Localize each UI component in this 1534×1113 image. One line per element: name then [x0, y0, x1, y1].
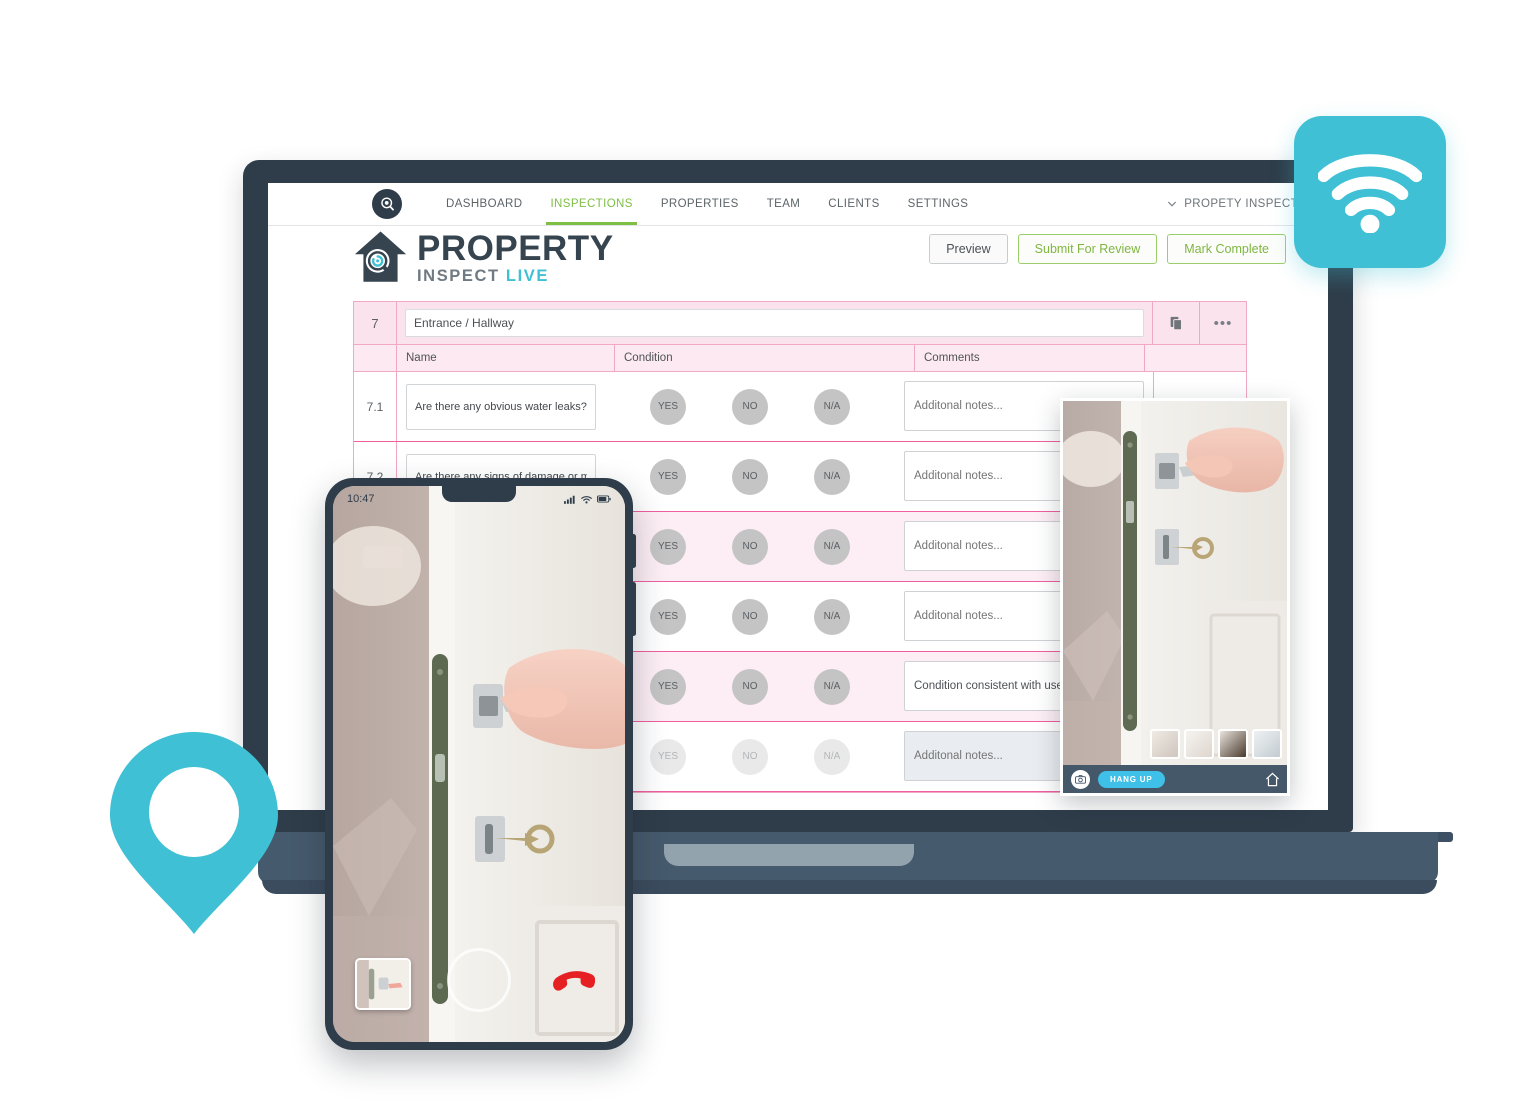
section-title-cell	[397, 302, 1152, 344]
logo-subtitle-live: LIVE	[505, 267, 549, 286]
section-more-button[interactable]: •••	[1199, 302, 1246, 344]
phone-mockup: 10:47	[325, 478, 636, 1050]
condition-no[interactable]: NO	[732, 458, 768, 495]
action-buttons: Preview Submit For Review Mark Complete	[929, 234, 1286, 264]
condition-no[interactable]: NO	[732, 528, 768, 565]
nav-item-team[interactable]: TEAM	[753, 183, 815, 225]
nav-item-clients[interactable]: CLIENTS	[814, 183, 893, 225]
logo-title: PROPERTY	[417, 229, 614, 269]
video-call-toolbar: HANG UP	[1063, 765, 1287, 793]
row-condition-cell: YES NO N/A	[605, 442, 895, 511]
account-menu-label: PROPETY INSPECT	[1184, 198, 1298, 210]
status-time: 10:47	[347, 493, 375, 505]
status-icons	[564, 495, 611, 504]
copy-icon	[1170, 316, 1182, 330]
row-condition-cell: YES NO N/A	[605, 582, 895, 651]
nav-item-properties[interactable]: PROPERTIES	[647, 183, 753, 225]
column-header-condition: Condition	[615, 345, 915, 371]
section-copy-button[interactable]	[1152, 302, 1199, 344]
location-pin-badge	[108, 730, 280, 936]
hang-up-button[interactable]: HANG UP	[1098, 770, 1165, 788]
phone-hangup-button[interactable]	[553, 961, 596, 1008]
row-condition-cell: YES NO N/A	[605, 652, 895, 721]
logo-subtitle-inspect: INSPECT	[417, 267, 500, 286]
column-header-actions	[1145, 345, 1246, 371]
nav-item-settings[interactable]: SETTINGS	[894, 183, 983, 225]
nav-item-dashboard[interactable]: DASHBOARD	[432, 183, 536, 225]
question-input[interactable]	[406, 383, 596, 430]
video-thumbnail[interactable]	[1150, 729, 1180, 759]
camera-shutter-button[interactable]	[447, 948, 511, 1012]
app-top-nav: DASHBOARD INSPECTIONS PROPERTIES TEAM CL…	[268, 183, 1328, 226]
phone-screen: 10:47	[333, 486, 625, 1042]
condition-no[interactable]: NO	[732, 388, 768, 425]
wifi-icon	[581, 495, 592, 504]
phone-photo-thumbnail[interactable]	[355, 958, 411, 1010]
brand-mark-icon[interactable]	[372, 189, 402, 219]
condition-yes[interactable]: YES	[650, 598, 686, 635]
condition-yes[interactable]: YES	[650, 458, 686, 495]
laptop-trackpad-notch	[664, 844, 914, 866]
column-header-row: Name Condition Comments	[354, 345, 1246, 372]
phone-hangup-icon	[553, 971, 596, 991]
battery-icon	[597, 495, 611, 503]
condition-na[interactable]: N/A	[814, 528, 850, 565]
column-header-number	[354, 345, 397, 371]
row-condition-cell: YES NO N/A	[605, 722, 895, 791]
nav-items: DASHBOARD INSPECTIONS PROPERTIES TEAM CL…	[432, 183, 982, 225]
door-handoff-photo	[1063, 401, 1287, 765]
phone-side-button[interactable]	[631, 582, 636, 636]
section-header-row: 7 •••	[354, 302, 1246, 345]
video-thumbnail-strip	[1150, 729, 1282, 759]
condition-yes[interactable]: YES	[650, 738, 686, 775]
condition-no[interactable]: NO	[732, 738, 768, 775]
condition-yes[interactable]: YES	[650, 388, 686, 425]
column-header-comments: Comments	[915, 345, 1145, 371]
condition-na[interactable]: N/A	[814, 388, 850, 425]
account-menu[interactable]: PROPETY INSPECT	[1167, 198, 1298, 210]
camera-button[interactable]	[1071, 769, 1090, 789]
nav-item-inspections[interactable]: INSPECTIONS	[536, 183, 646, 225]
submit-for-review-button[interactable]: Submit For Review	[1017, 234, 1158, 264]
signal-bars-icon	[564, 495, 575, 504]
home-icon	[1266, 772, 1279, 786]
wifi-badge	[1294, 116, 1446, 268]
row-question-cell	[397, 372, 605, 441]
condition-yes[interactable]: YES	[650, 668, 686, 705]
row-condition-cell: YES NO N/A	[605, 372, 895, 441]
row-number: 7.1	[354, 372, 397, 441]
section-title-input[interactable]	[405, 309, 1144, 337]
condition-na[interactable]: N/A	[814, 738, 850, 775]
video-call-panel: HANG UP	[1060, 398, 1290, 796]
mark-complete-button[interactable]: Mark Complete	[1167, 234, 1286, 264]
section-number: 7	[354, 302, 397, 344]
map-pin-icon	[110, 732, 278, 934]
video-thumbnail[interactable]	[1218, 729, 1248, 759]
photo-thumbnail-icon	[357, 960, 409, 1008]
logo-row: PROPERTY INSPECT LIVE Preview Submit For…	[268, 225, 1328, 297]
phone-side-button[interactable]	[631, 534, 636, 568]
condition-na[interactable]: N/A	[814, 598, 850, 635]
condition-no[interactable]: NO	[732, 668, 768, 705]
home-button[interactable]	[1266, 772, 1279, 787]
row-condition-cell: YES NO N/A	[605, 512, 895, 581]
condition-na[interactable]: N/A	[814, 668, 850, 705]
preview-button[interactable]: Preview	[929, 234, 1008, 264]
video-thumbnail[interactable]	[1184, 729, 1214, 759]
condition-no[interactable]: NO	[732, 598, 768, 635]
video-thumbnail[interactable]	[1252, 729, 1282, 759]
column-header-name: Name	[397, 345, 615, 371]
condition-na[interactable]: N/A	[814, 458, 850, 495]
video-feed	[1063, 401, 1287, 765]
wifi-icon	[1318, 154, 1422, 233]
illustration-stage: DASHBOARD INSPECTIONS PROPERTIES TEAM CL…	[0, 0, 1534, 1113]
house-magnifier-icon	[354, 231, 407, 282]
condition-yes[interactable]: YES	[650, 528, 686, 565]
chevron-down-icon	[1168, 201, 1177, 207]
phone-notch	[442, 486, 516, 502]
logo-subtitle: INSPECT LIVE	[417, 268, 614, 285]
property-inspect-logo: PROPERTY INSPECT LIVE	[353, 229, 614, 287]
camera-icon	[1075, 774, 1086, 784]
